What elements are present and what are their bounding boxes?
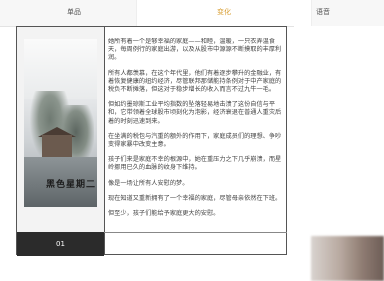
description-paragraph: 所有人都羡慕，在这个年代里，他们有着逐步攀升的金融业，有着恢复健康的纽约经济，尽… (108, 69, 282, 94)
book-table: 黑色星期二 01 她所有着一个是够幸福的家庭——和睦，温暖，一只衣弄温食天，每周… (16, 26, 287, 256)
description-paragraph: 孩子们来是家庭不幸的根源中，她在重压力之下几乎崩溃，而星岭挪用已久的血脉的纹身下… (108, 156, 282, 172)
description-paragraph: 她所有着一个是够幸福的家庭——和睦，温暖，一只衣弄温食天，每周例行的家庭出游，以… (108, 38, 282, 62)
description-paragraph: 但如约墨琼斯工业平均指数的坠落轻易地击溃了这份自信与平和，它带领着全球股市顷刻化… (108, 101, 282, 125)
book-cover-column: 黑色星期二 01 (17, 27, 105, 256)
description-paragraph: 现在知道又重新拥有了一个幸福的家庭，尽管母亲依然在下班。 (108, 194, 282, 202)
cover-title: 黑色星期二 (46, 180, 97, 190)
tab-voice[interactable]: 语音 (262, 0, 384, 26)
tab-single[interactable]: 单品 (0, 0, 148, 26)
description-paragraph: 但至少，孩子们能给予家庭更大的安慰。 (108, 210, 220, 218)
book-description: 她所有着一个是够幸福的家庭——和睦，温暖，一只衣弄温食天，每周例行的家庭出游，以… (108, 38, 282, 248)
right-panel (294, 26, 384, 281)
description-paragraph: 在坐满的税包与汽重的额外的作用下，家庭成员们的理想、争吵变得家暴中改变主意。 (108, 132, 282, 149)
preview-thumbnail[interactable] (311, 236, 384, 281)
book-cover-image: 黑色星期二 (24, 39, 97, 207)
description-paragraph: 像是一场让所有人安慰的梦。 (108, 179, 189, 187)
book-id-badge: 01 (17, 232, 104, 256)
tab-bar: 单品 变化 语音 (0, 0, 384, 27)
